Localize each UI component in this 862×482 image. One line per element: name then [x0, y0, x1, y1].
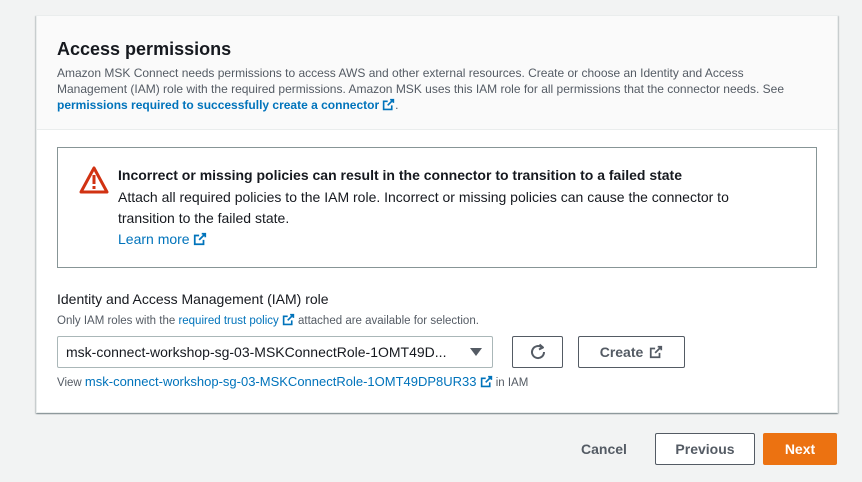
warning-icon	[79, 166, 109, 199]
refresh-icon	[530, 343, 545, 360]
external-link-icon	[382, 98, 395, 111]
section-description: Amazon MSK Connect needs permissions to …	[57, 65, 797, 113]
access-permissions-panel: Access permissions Amazon MSK Connect ne…	[36, 15, 838, 413]
permissions-doc-link[interactable]: permissions required to successfully cre…	[57, 98, 395, 112]
next-button[interactable]: Next	[763, 433, 837, 465]
description-text: Amazon MSK Connect needs permissions to …	[57, 66, 784, 96]
warning-alert: Incorrect or missing policies can result…	[57, 147, 817, 268]
refresh-button[interactable]	[512, 336, 563, 368]
section-title: Access permissions	[57, 39, 232, 59]
view-role-line: View msk-connect-workshop-sg-03-MSKConne…	[57, 374, 529, 389]
iam-role-description: Only IAM roles with the required trust p…	[57, 313, 479, 327]
cancel-button[interactable]: Cancel	[569, 433, 639, 465]
trust-policy-link[interactable]: required trust policy	[178, 313, 294, 327]
learn-more-link[interactable]: Learn more	[118, 231, 207, 247]
panel-header: Access permissions Amazon MSK Connect ne…	[37, 16, 837, 130]
external-link-icon	[282, 313, 294, 326]
create-role-button[interactable]: Create	[578, 336, 685, 368]
iam-role-selected-value: msk-connect-workshop-sg-03-MSKConnectRol…	[66, 344, 447, 360]
external-link-icon	[193, 232, 206, 246]
external-link-icon	[480, 375, 492, 388]
view-role-link[interactable]: msk-connect-workshop-sg-03-MSKConnectRol…	[85, 374, 493, 389]
previous-button[interactable]: Previous	[655, 433, 755, 465]
alert-title: Incorrect or missing policies can result…	[118, 167, 683, 183]
description-suffix: .	[395, 98, 399, 112]
iam-role-select[interactable]: msk-connect-workshop-sg-03-MSKConnectRol…	[57, 336, 493, 368]
external-link-icon	[650, 345, 663, 359]
iam-role-label: Identity and Access Management (IAM) rol…	[57, 291, 329, 307]
alert-body: Attach all required policies to the IAM …	[118, 189, 729, 226]
caret-down-icon	[470, 348, 482, 356]
